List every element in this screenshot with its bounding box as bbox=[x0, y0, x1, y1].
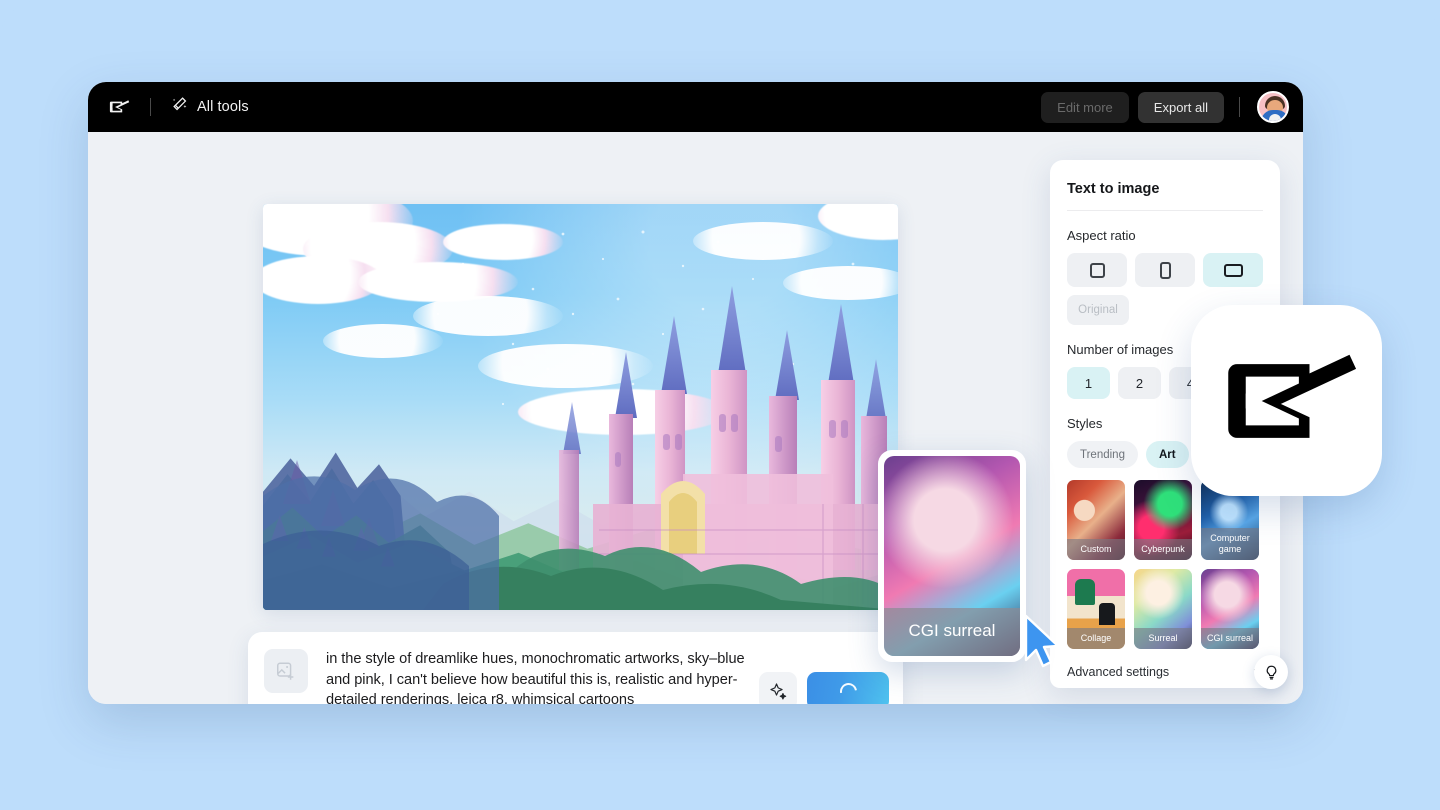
toolbar-divider bbox=[150, 98, 151, 116]
generate-button[interactable] bbox=[807, 672, 889, 704]
style-card-custom[interactable]: Custom bbox=[1067, 480, 1125, 560]
aspect-ratio-label: Aspect ratio bbox=[1067, 228, 1136, 243]
add-image-icon[interactable] bbox=[264, 649, 308, 693]
all-tools-button[interactable]: All tools bbox=[171, 96, 249, 118]
portrait-ratio-icon bbox=[1159, 261, 1171, 279]
style-preview-popup[interactable]: CGI surreal bbox=[878, 450, 1026, 662]
prompt-line-1: in the style of dreamlike hues, monochro… bbox=[326, 651, 745, 667]
generated-image[interactable] bbox=[263, 204, 898, 610]
landscape-ratio-icon bbox=[1223, 263, 1243, 277]
style-card-label: Surreal bbox=[1134, 627, 1192, 649]
style-card-label: Custom bbox=[1067, 538, 1125, 560]
image-count-2[interactable]: 2 bbox=[1118, 367, 1161, 399]
aspect-ratio-original[interactable]: Original bbox=[1067, 295, 1129, 325]
prompt-line-3b: r8, whimsical cartoons bbox=[486, 692, 635, 704]
square-ratio-icon bbox=[1089, 262, 1105, 278]
prompt-actions bbox=[759, 672, 889, 704]
edit-more-button[interactable]: Edit more bbox=[1041, 91, 1129, 123]
style-card-surreal[interactable]: Surreal bbox=[1134, 569, 1192, 649]
capcut-logo-card bbox=[1191, 305, 1382, 496]
image-castle bbox=[263, 286, 898, 610]
page-background: All tools Edit more Export all in the st… bbox=[0, 0, 1440, 810]
style-preview-label: CGI surreal bbox=[884, 608, 1020, 656]
style-card-label: CGI surreal bbox=[1201, 627, 1259, 649]
advanced-settings-row[interactable]: Advanced settings bbox=[1067, 665, 1263, 679]
aspect-ratio-options bbox=[1067, 253, 1263, 287]
prompt-line-3a: detailed renderings, bbox=[326, 692, 458, 704]
style-grid: Custom Cyberpunk Computer game Collage S… bbox=[1067, 480, 1263, 649]
avatar[interactable] bbox=[1257, 91, 1289, 123]
toolbar-divider-2 bbox=[1239, 97, 1240, 117]
sparkle-icon[interactable] bbox=[759, 672, 797, 704]
panel-title: Text to image bbox=[1067, 181, 1160, 197]
style-tab-art[interactable]: Art bbox=[1145, 441, 1189, 468]
top-toolbar: All tools Edit more Export all bbox=[88, 82, 1303, 132]
advanced-settings-label: Advanced settings bbox=[1067, 665, 1170, 679]
aspect-ratio-landscape[interactable] bbox=[1203, 253, 1263, 287]
help-tips-button[interactable] bbox=[1254, 655, 1288, 689]
prompt-line-2: and pink, I can't believe how beautiful … bbox=[326, 671, 738, 688]
style-card-label: Cyberpunk bbox=[1134, 538, 1192, 560]
style-card-label: Collage bbox=[1067, 627, 1125, 649]
all-tools-label: All tools bbox=[197, 99, 249, 115]
mouse-pointer-icon bbox=[1024, 614, 1060, 668]
prompt-bar: in the style of dreamlike hues, monochro… bbox=[248, 632, 903, 704]
panel-divider bbox=[1067, 210, 1263, 211]
prompt-misspelled-word: leica bbox=[457, 692, 487, 704]
style-tab-trending[interactable]: Trending bbox=[1067, 441, 1138, 468]
capcut-logo-icon[interactable] bbox=[106, 94, 132, 120]
toolbar-right-group: Edit more Export all bbox=[1041, 91, 1289, 123]
aspect-ratio-square[interactable] bbox=[1067, 253, 1127, 287]
style-card-cyberpunk[interactable]: Cyberpunk bbox=[1134, 480, 1192, 560]
export-all-button[interactable]: Export all bbox=[1137, 91, 1224, 123]
avatar-shirt bbox=[1269, 114, 1281, 121]
magic-wand-icon bbox=[171, 96, 188, 118]
loading-spinner-icon bbox=[836, 679, 860, 703]
capcut-logo-icon bbox=[1227, 354, 1356, 438]
image-count-1[interactable]: 1 bbox=[1067, 367, 1110, 399]
style-card-collage[interactable]: Collage bbox=[1067, 569, 1125, 649]
aspect-ratio-portrait[interactable] bbox=[1135, 253, 1195, 287]
prompt-text[interactable]: in the style of dreamlike hues, monochro… bbox=[326, 649, 746, 704]
style-card-label: Computer game bbox=[1201, 528, 1259, 560]
style-card-cgi-surreal[interactable]: CGI surreal bbox=[1201, 569, 1259, 649]
